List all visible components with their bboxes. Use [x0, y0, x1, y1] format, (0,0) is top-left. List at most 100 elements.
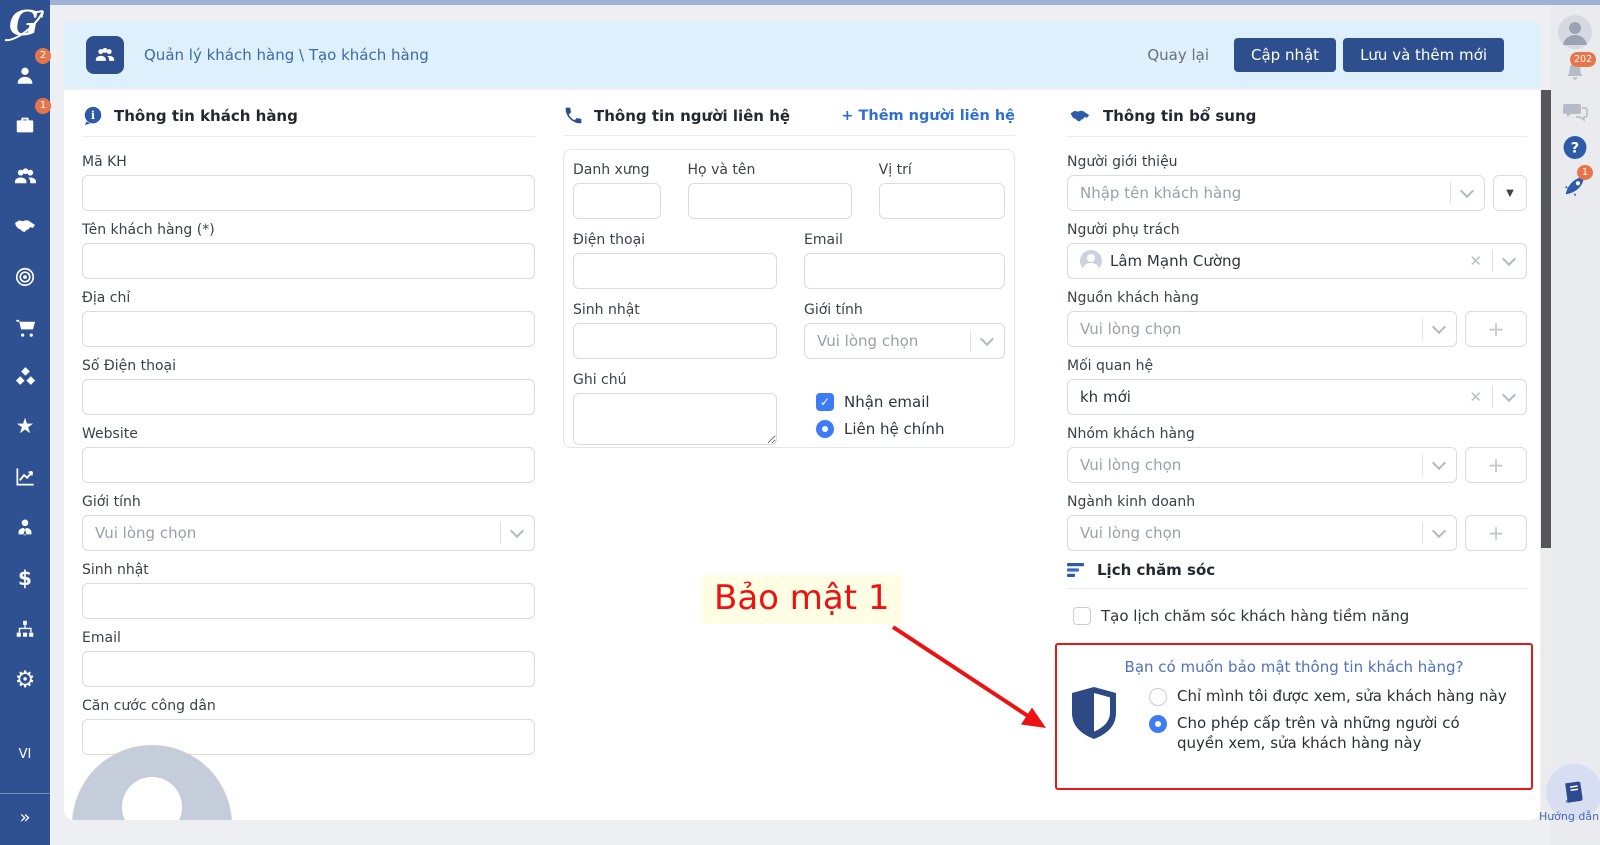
industry-select[interactable]: Vui lòng chọn — [1067, 515, 1457, 551]
source-select[interactable]: Vui lòng chọn — [1067, 311, 1457, 347]
select-divider — [500, 522, 501, 544]
list-bars-icon — [1067, 562, 1087, 578]
gender-select[interactable]: Vui lòng chọn — [82, 515, 535, 551]
primary-contact-radio[interactable] — [816, 420, 834, 438]
contact-birthday-input[interactable] — [573, 323, 777, 359]
website-input[interactable] — [82, 447, 535, 483]
sidebar-item-favorites[interactable]: ★ — [3, 406, 47, 446]
sidebar-item-contacts[interactable]: 2 — [3, 55, 47, 95]
contact-fullname-input[interactable] — [688, 183, 852, 219]
email-input[interactable] — [82, 651, 535, 687]
sidebar-item-finance[interactable]: $ — [3, 558, 47, 598]
relationship-select[interactable]: kh mới ✕ — [1067, 379, 1527, 415]
sidebar-item-reports[interactable] — [3, 456, 47, 496]
sidebar-item-customers[interactable] — [3, 156, 47, 196]
birthday-input[interactable] — [82, 583, 535, 619]
profile-avatar[interactable] — [1558, 15, 1592, 53]
avatar-icon — [1558, 15, 1592, 49]
care-schedule-checkbox[interactable] — [1073, 607, 1091, 625]
help-button[interactable]: ? — [1563, 135, 1588, 164]
sidebar-item-org[interactable] — [3, 609, 47, 649]
chevron-down-icon — [980, 332, 994, 346]
assignee-select[interactable]: Lâm Mạnh Cường ✕ — [1067, 243, 1527, 279]
shield-icon — [1071, 686, 1117, 740]
sidebar-collapse-button[interactable]: » — [0, 802, 50, 832]
jobs-badge: 1 — [35, 98, 51, 114]
notifications-button[interactable]: 202 — [1562, 60, 1588, 90]
cart-icon — [14, 316, 37, 339]
form-card: i Thông tin khách hàng Mã KH Tên khách h… — [64, 90, 1540, 820]
phone-input[interactable] — [82, 379, 535, 415]
shared-radio[interactable] — [1149, 715, 1167, 733]
group-select[interactable]: Vui lòng chọn — [1067, 447, 1457, 483]
salutation-input[interactable] — [573, 183, 661, 219]
field-label: Họ và tên — [688, 161, 852, 179]
chevron-down-icon — [510, 524, 524, 538]
language-toggle[interactable]: VI — [0, 747, 50, 762]
customer-code-input[interactable] — [82, 175, 535, 211]
referrer-dropdown-button[interactable]: ▼ — [1493, 175, 1527, 211]
security-option-shared[interactable]: Cho phép cấp trên và những người có quyề… — [1149, 713, 1507, 753]
field-label: Địa chỉ — [82, 289, 535, 307]
sidebar-item-jobs[interactable]: 1 — [3, 105, 47, 145]
whats-new-button[interactable]: 1 — [1561, 171, 1589, 203]
address-input[interactable] — [82, 311, 535, 347]
clear-icon[interactable]: ✕ — [1469, 388, 1482, 406]
handshake-icon — [13, 214, 37, 238]
svg-text:i: i — [91, 109, 95, 122]
add-group-button[interactable]: + — [1465, 447, 1527, 483]
position-input[interactable] — [879, 183, 1005, 219]
app-logo[interactable]: G — [0, 2, 50, 54]
dollar-icon: $ — [18, 568, 32, 588]
chat-button[interactable] — [1562, 100, 1588, 128]
sidebar-item-sales[interactable] — [3, 307, 47, 347]
select-placeholder: Vui lòng chọn — [817, 332, 970, 350]
select-divider — [1422, 522, 1423, 544]
user-icon — [14, 64, 36, 86]
private-radio[interactable] — [1149, 688, 1167, 706]
chart-line-icon — [14, 465, 37, 488]
add-industry-button[interactable]: + — [1465, 515, 1527, 551]
contact-gender-select[interactable]: Vui lòng chọn — [804, 323, 1005, 359]
sidebar-item-products[interactable] — [3, 357, 47, 397]
sidebar-item-targets[interactable] — [3, 257, 47, 297]
select-divider — [1492, 250, 1493, 272]
note-textarea[interactable] — [573, 393, 777, 445]
sidebar-item-settings[interactable]: ⚙ — [3, 660, 47, 700]
clear-icon[interactable]: ✕ — [1469, 252, 1482, 270]
customer-avatar-placeholder[interactable] — [70, 743, 234, 820]
sidebar-item-deals[interactable] — [3, 206, 47, 246]
referrer-combobox[interactable]: Nhập tên khách hàng — [1067, 175, 1485, 211]
shared-radio-label: Cho phép cấp trên và những người có quyề… — [1177, 713, 1507, 753]
select-divider — [970, 330, 971, 352]
annotation-bao-mat-1: Bảo mật 1 — [702, 575, 902, 624]
avatar-icon — [70, 743, 234, 820]
add-contact-link[interactable]: + Thêm người liên hệ — [841, 108, 1015, 124]
contact-phone-input[interactable] — [573, 253, 777, 289]
scrollbar-thumb[interactable] — [1541, 90, 1551, 548]
add-source-button[interactable]: + — [1465, 311, 1527, 347]
chevron-down-icon — [1460, 184, 1474, 198]
briefcase-icon — [14, 114, 36, 136]
notification-count-badge: 202 — [1570, 52, 1596, 67]
vertical-scrollbar[interactable] — [1541, 90, 1551, 820]
update-button[interactable]: Cập nhật — [1234, 38, 1336, 72]
save-and-new-button[interactable]: Lưu và thêm mới — [1343, 38, 1504, 72]
back-link[interactable]: Quay lại — [1147, 46, 1209, 64]
private-radio-label: Chỉ mình tôi được xem, sửa khách hàng nà… — [1177, 686, 1507, 706]
users-group-icon — [95, 45, 115, 65]
contact-email-input[interactable] — [804, 253, 1005, 289]
page-header: Quản lý khách hàng \ Tạo khách hàng Quay… — [64, 22, 1540, 88]
logo-orbit-icon — [0, 2, 50, 54]
sidebar-item-employees[interactable] — [3, 507, 47, 547]
select-placeholder: Vui lòng chọn — [95, 524, 500, 542]
receive-email-checkbox[interactable]: ✓ — [816, 393, 834, 411]
target-icon — [14, 266, 36, 288]
additional-info-section: Thông tin bổ sung Người giới thiệu Nhập … — [1067, 105, 1527, 625]
customer-name-input[interactable] — [82, 243, 535, 279]
security-option-private[interactable]: Chỉ mình tôi được xem, sửa khách hàng nà… — [1149, 686, 1507, 706]
right-rail: 202 ? 1 — [1551, 5, 1600, 845]
security-question: Bạn có muốn bảo mật thông tin khách hàng… — [1057, 658, 1531, 676]
contacts-badge: 2 — [35, 48, 51, 64]
contact-info-header: Thông tin người liên hệ + Thêm người liê… — [563, 105, 1015, 136]
